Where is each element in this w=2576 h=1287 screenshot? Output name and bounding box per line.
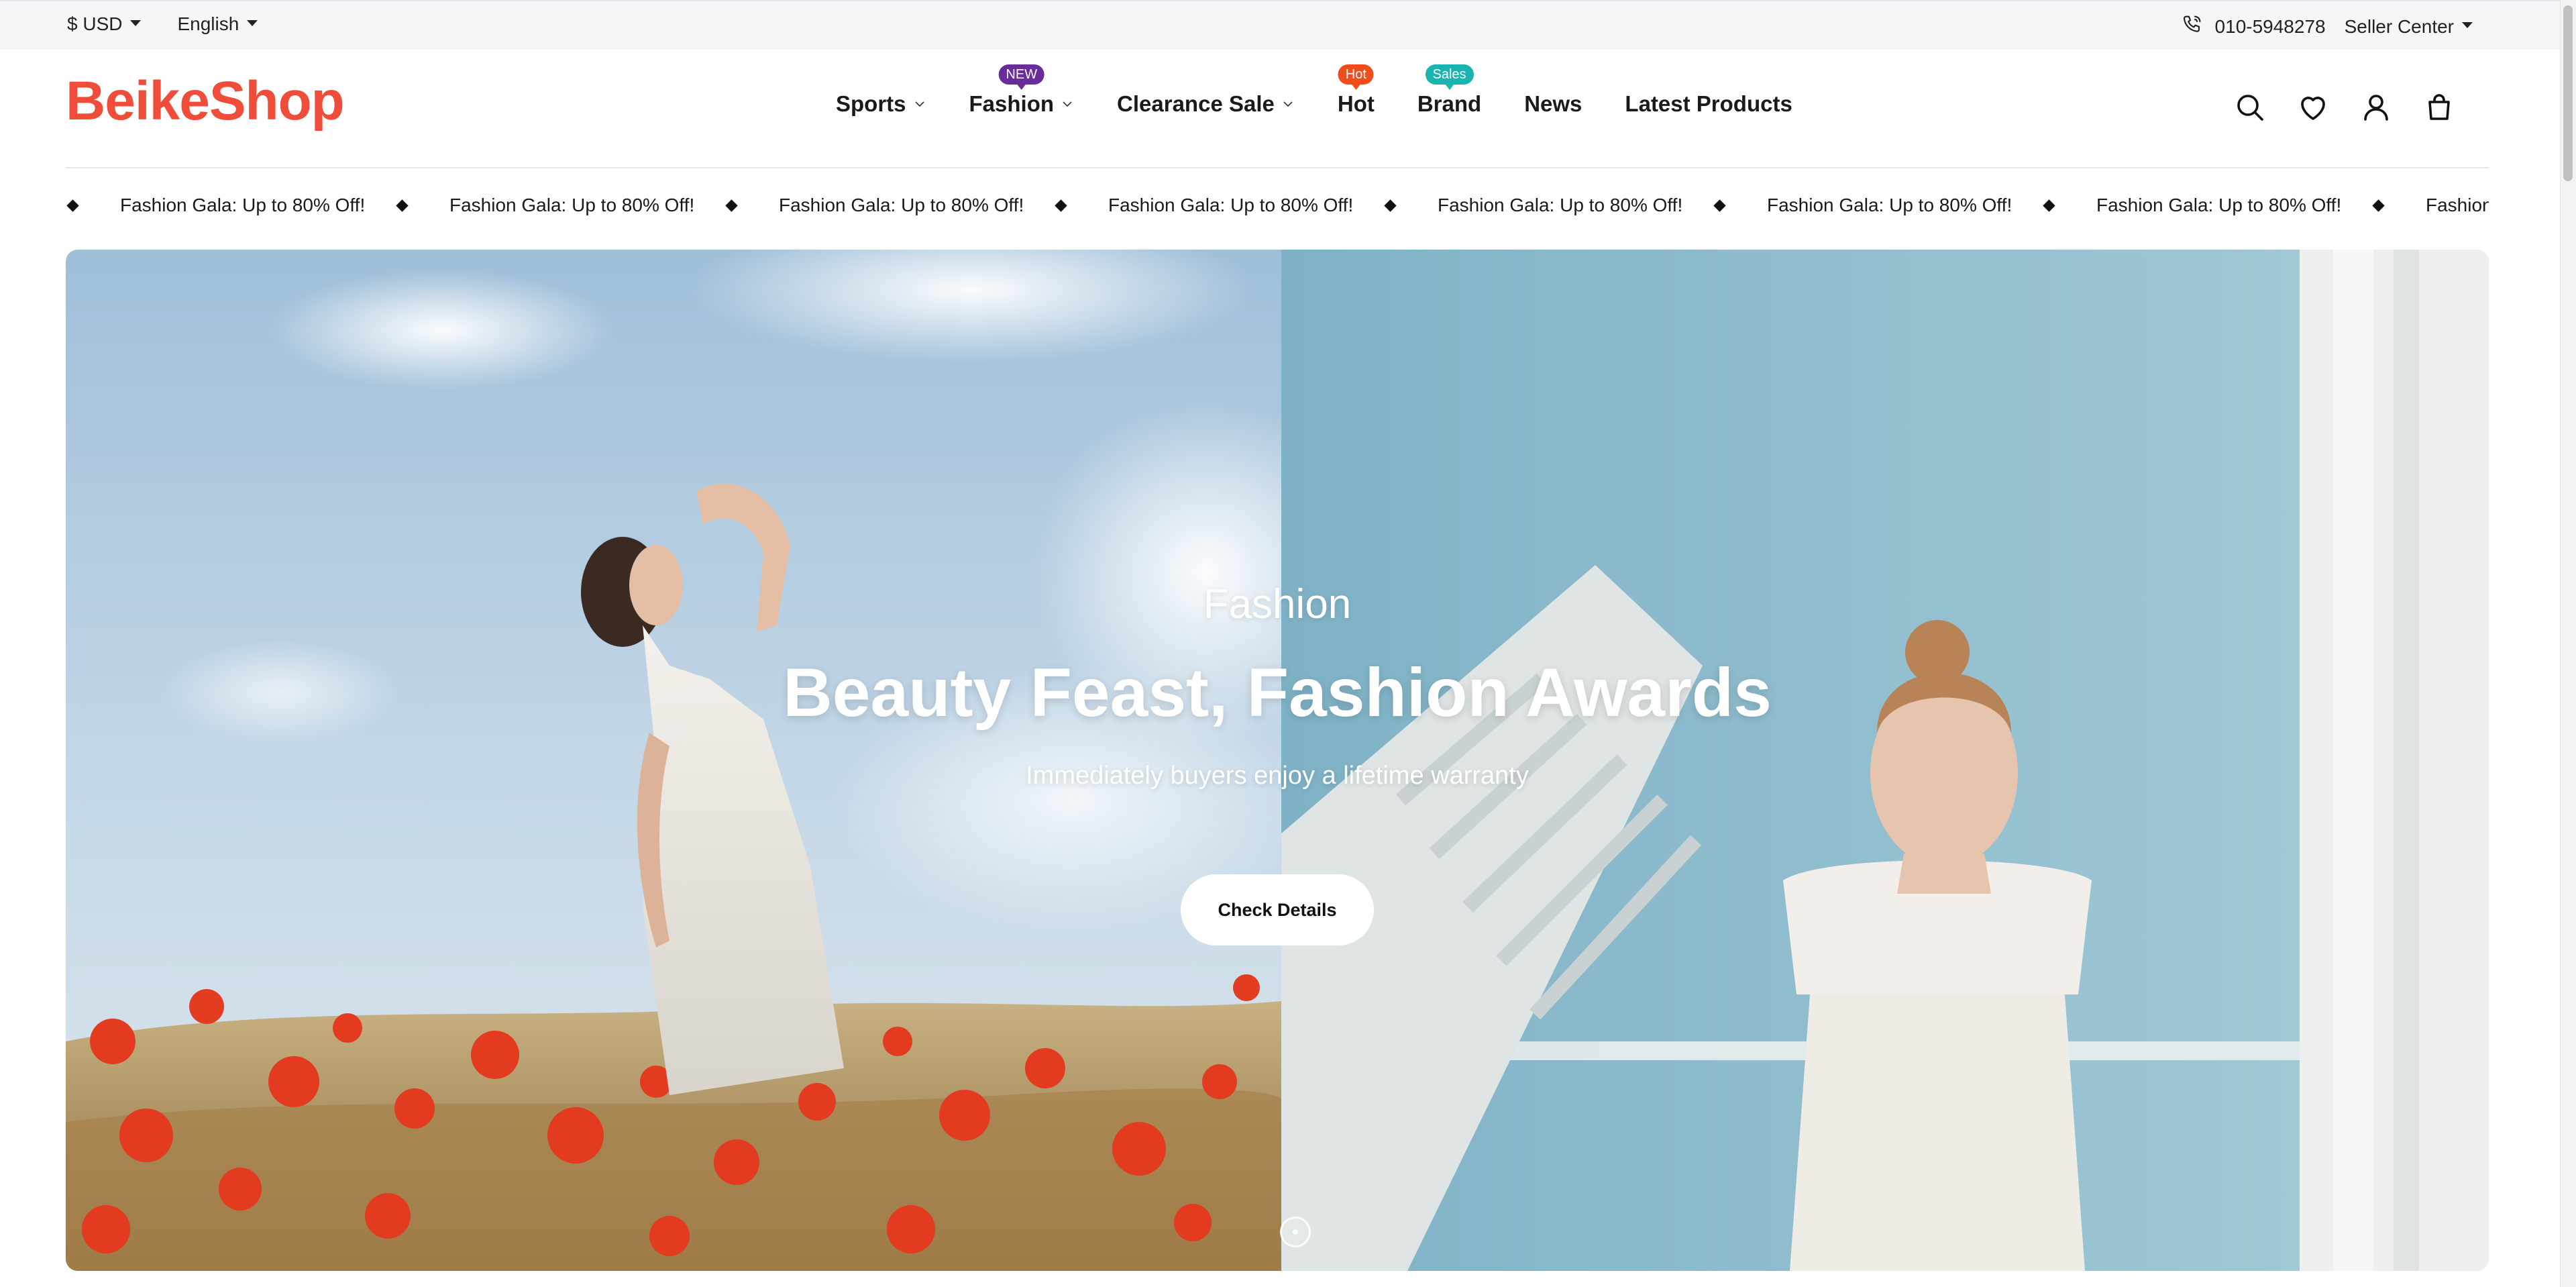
diamond-icon <box>396 199 409 212</box>
diamond-icon <box>66 199 79 212</box>
shopping-bag-icon <box>2428 94 2450 120</box>
nav-item-fashion[interactable]: NEW Fashion <box>969 64 1075 117</box>
ticker-item: Fashion Gala: Up to 80% Off! <box>1054 195 1383 216</box>
logo[interactable]: BeikeShop <box>66 74 345 129</box>
header-divider <box>66 167 2489 168</box>
caret-down-icon <box>130 19 142 26</box>
diamond-icon <box>2043 199 2055 212</box>
ticker-text: Fashion Gala: Up to 80% Off! <box>1438 195 1683 215</box>
nav-item-sports[interactable]: Sports <box>836 91 926 117</box>
top-bar: $ USD English 010-5948278 Seller Center <box>0 0 2576 50</box>
main-nav: Sports NEW Fashion Clearance Sale Hot Ho… <box>836 64 1792 117</box>
diamond-icon <box>1713 199 1726 212</box>
language-selector[interactable]: English <box>177 13 258 35</box>
sales-badge: Sales <box>1425 64 1474 85</box>
hero-content: Fashion Beauty Feast, Fashion Awards Imm… <box>66 250 2489 1271</box>
nav-item-latest-products[interactable]: Latest Products <box>1625 91 1792 117</box>
ticker-track: Fashion Gala: Up to 80% Off! Fashion Gal… <box>66 195 2489 216</box>
diamond-icon <box>2372 199 2385 212</box>
chevron-down-icon <box>1063 101 1072 107</box>
phone-number: 010-5948278 <box>2214 15 2326 37</box>
hero-title: Beauty Feast, Fashion Awards <box>783 654 1772 731</box>
page-scrollbar[interactable] <box>2560 0 2576 1287</box>
wishlist-button[interactable] <box>2297 91 2329 123</box>
scrollbar-thumb[interactable] <box>2563 5 2573 181</box>
chevron-down-icon <box>914 101 924 107</box>
search-icon <box>2237 95 2263 121</box>
phone-icon <box>2182 13 2203 40</box>
ticker-item: Fashion Gala: Up to 80% Off! <box>2371 195 2489 216</box>
ticker-text: Fashion Gala: Up to 80% Off! <box>1108 195 1354 215</box>
ticker-item: Fashion Gala: Up to 80% Off! <box>1383 195 1713 216</box>
header-actions <box>2234 91 2455 123</box>
nav-item-label: Sports <box>836 91 906 116</box>
check-details-button[interactable]: Check Details <box>1181 874 1374 945</box>
nav-item-label: Fashion <box>969 91 1055 116</box>
phone-contact[interactable]: 010-5948278 <box>2182 13 2326 40</box>
top-bar-left: $ USD English <box>67 13 258 35</box>
diamond-icon <box>1055 199 1067 212</box>
currency-selector[interactable]: $ USD <box>67 13 142 35</box>
cart-button[interactable] <box>2423 91 2455 123</box>
ticker-text: Fashion Gala: Up to 80% Off! <box>1767 195 2012 215</box>
caret-down-icon <box>247 19 258 26</box>
search-button[interactable] <box>2234 91 2266 123</box>
top-bar-right: 010-5948278 Seller Center <box>2182 13 2473 40</box>
hero-subtitle: Fashion <box>1203 581 1352 627</box>
nav-item-brand[interactable]: Sales Brand <box>1417 64 1482 117</box>
nav-item-clearance-sale[interactable]: Clearance Sale <box>1117 91 1295 117</box>
ticker-text: Fashion Gala: Up to 80% Off! <box>2096 195 2342 215</box>
promo-ticker: Fashion Gala: Up to 80% Off! Fashion Gal… <box>66 195 2489 221</box>
new-badge: NEW <box>998 64 1045 85</box>
seller-center-label: Seller Center <box>2344 15 2454 37</box>
diamond-icon <box>725 199 738 212</box>
ticker-text: Fashion Gala: Up to 80% Off! <box>120 195 366 215</box>
ticker-item: Fashion Gala: Up to 80% Off! <box>395 195 724 216</box>
slider-indicator[interactable] <box>1280 1217 1311 1247</box>
language-label: English <box>177 13 239 34</box>
hero-description: Immediately buyers enjoy a lifetime warr… <box>1026 762 1529 790</box>
nav-item-label: News <box>1524 91 1582 116</box>
ticker-item: Fashion Gala: Up to 80% Off! <box>1713 195 2042 216</box>
ticker-item: Fashion Gala: Up to 80% Off! <box>66 195 395 216</box>
ticker-item: Fashion Gala: Up to 80% Off! <box>724 195 1054 216</box>
heart-icon <box>2301 97 2325 120</box>
currency-label: $ USD <box>67 13 123 34</box>
nav-item-label: Brand <box>1417 91 1482 116</box>
nav-item-label: Latest Products <box>1625 91 1792 116</box>
nav-item-label: Clearance Sale <box>1117 91 1275 116</box>
ticker-item: Fashion Gala: Up to 80% Off! <box>2042 195 2371 216</box>
diamond-icon <box>1384 199 1397 212</box>
caret-down-icon <box>2462 22 2473 28</box>
chevron-down-icon <box>1283 101 1293 107</box>
hero-banner[interactable]: Fashion Beauty Feast, Fashion Awards Imm… <box>66 250 2489 1271</box>
ticker-text: Fashion Gala: Up to 80% Off! <box>449 195 695 215</box>
hot-badge: Hot <box>1338 64 1374 85</box>
ticker-text: Fashion Gala: Up to 80% Off! <box>2426 195 2489 215</box>
ticker-text: Fashion Gala: Up to 80% Off! <box>779 195 1024 215</box>
account-button[interactable] <box>2360 91 2392 123</box>
nav-item-label: Hot <box>1337 91 1375 116</box>
user-icon <box>2364 95 2388 121</box>
nav-item-hot[interactable]: Hot Hot <box>1337 64 1375 117</box>
nav-item-news[interactable]: News <box>1524 91 1582 117</box>
seller-center-menu[interactable]: Seller Center <box>2345 16 2473 38</box>
